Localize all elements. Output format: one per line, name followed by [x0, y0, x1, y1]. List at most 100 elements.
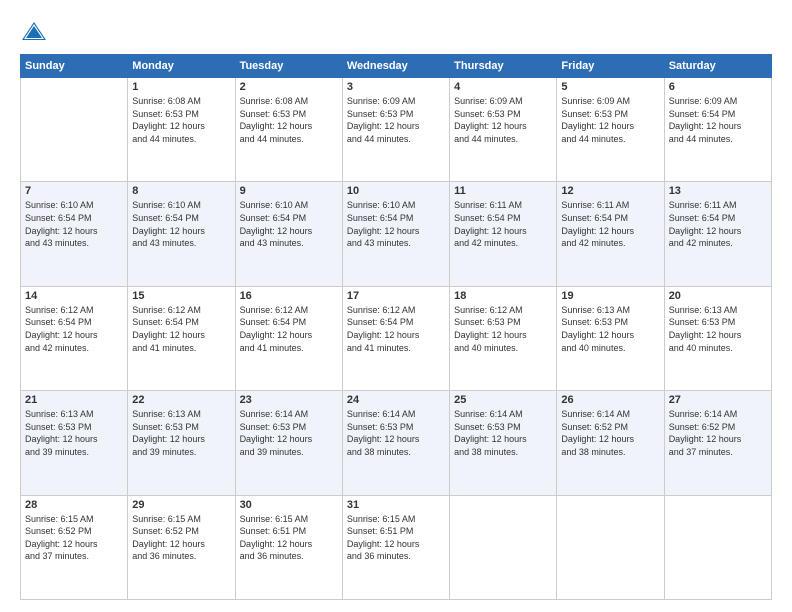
day-info: Sunrise: 6:13 AMSunset: 6:53 PMDaylight:…	[25, 408, 123, 458]
header	[20, 18, 772, 46]
calendar-cell: 16 Sunrise: 6:12 AMSunset: 6:54 PMDayligh…	[235, 286, 342, 390]
day-number: 21	[25, 394, 123, 406]
day-number: 16	[240, 290, 338, 302]
day-info: Sunrise: 6:15 AMSunset: 6:52 PMDaylight:…	[132, 513, 230, 563]
day-info: Sunrise: 6:09 AMSunset: 6:53 PMDaylight:…	[347, 95, 445, 145]
calendar-header-row: SundayMondayTuesdayWednesdayThursdayFrid…	[21, 55, 772, 78]
day-info: Sunrise: 6:10 AMSunset: 6:54 PMDaylight:…	[132, 199, 230, 249]
calendar-week-2: 7Sunrise: 6:10 AMSunset: 6:54 PMDaylight…	[21, 182, 772, 286]
day-info: Sunrise: 6:13 AMSunset: 6:53 PMDaylight:…	[669, 304, 767, 354]
day-info: Sunrise: 6:10 AMSunset: 6:54 PMDaylight:…	[240, 199, 338, 249]
day-number: 20	[669, 290, 767, 302]
col-header-friday: Friday	[557, 55, 664, 78]
day-info: Sunrise: 6:14 AMSunset: 6:53 PMDaylight:…	[454, 408, 552, 458]
day-number: 30	[240, 499, 338, 511]
calendar-week-1: 1 Sunrise: 6:08 AMSunset: 6:53 PMDaylight…	[21, 78, 772, 182]
calendar-cell	[664, 495, 771, 599]
day-info: Sunrise: 6:12 AMSunset: 6:54 PMDaylight:…	[132, 304, 230, 354]
day-number: 31	[347, 499, 445, 511]
col-header-wednesday: Wednesday	[342, 55, 449, 78]
day-number: 19	[561, 290, 659, 302]
day-info: Sunrise: 6:12 AMSunset: 6:54 PMDaylight:…	[240, 304, 338, 354]
day-number: 29	[132, 499, 230, 511]
calendar-cell: 30 Sunrise: 6:15 AMSunset: 6:51 PMDayligh…	[235, 495, 342, 599]
calendar-cell: 8 Sunrise: 6:10 AMSunset: 6:54 PMDaylight…	[128, 182, 235, 286]
calendar-week-5: 28Sunrise: 6:15 AMSunset: 6:52 PMDayligh…	[21, 495, 772, 599]
calendar-cell: 31 Sunrise: 6:15 AMSunset: 6:51 PMDayligh…	[342, 495, 449, 599]
col-header-tuesday: Tuesday	[235, 55, 342, 78]
day-number: 8	[132, 185, 230, 197]
day-number: 23	[240, 394, 338, 406]
day-number: 13	[669, 185, 767, 197]
day-number: 26	[561, 394, 659, 406]
calendar-cell	[557, 495, 664, 599]
day-number: 25	[454, 394, 552, 406]
day-info: Sunrise: 6:11 AMSunset: 6:54 PMDaylight:…	[454, 199, 552, 249]
calendar-cell: 25 Sunrise: 6:14 AMSunset: 6:53 PMDayligh…	[450, 391, 557, 495]
day-info: Sunrise: 6:12 AMSunset: 6:54 PMDaylight:…	[347, 304, 445, 354]
calendar-cell: 26 Sunrise: 6:14 AMSunset: 6:52 PMDayligh…	[557, 391, 664, 495]
day-info: Sunrise: 6:09 AMSunset: 6:54 PMDaylight:…	[669, 95, 767, 145]
day-number: 1	[132, 81, 230, 93]
day-number: 14	[25, 290, 123, 302]
calendar-cell: 9Sunrise: 6:10 AMSunset: 6:54 PMDaylight…	[235, 182, 342, 286]
col-header-saturday: Saturday	[664, 55, 771, 78]
calendar-cell: 10 Sunrise: 6:10 AMSunset: 6:54 PMDayligh…	[342, 182, 449, 286]
day-info: Sunrise: 6:14 AMSunset: 6:53 PMDaylight:…	[347, 408, 445, 458]
day-number: 17	[347, 290, 445, 302]
calendar-cell: 22 Sunrise: 6:13 AMSunset: 6:53 PMDayligh…	[128, 391, 235, 495]
day-info: Sunrise: 6:15 AMSunset: 6:52 PMDaylight:…	[25, 513, 123, 563]
calendar-cell: 6 Sunrise: 6:09 AMSunset: 6:54 PMDaylight…	[664, 78, 771, 182]
calendar-cell: 15Sunrise: 6:12 AMSunset: 6:54 PMDayligh…	[128, 286, 235, 390]
day-info: Sunrise: 6:10 AMSunset: 6:54 PMDaylight:…	[347, 199, 445, 249]
calendar-cell: 1 Sunrise: 6:08 AMSunset: 6:53 PMDaylight…	[128, 78, 235, 182]
col-header-sunday: Sunday	[21, 55, 128, 78]
day-info: Sunrise: 6:14 AMSunset: 6:52 PMDaylight:…	[561, 408, 659, 458]
day-number: 6	[669, 81, 767, 93]
day-number: 11	[454, 185, 552, 197]
calendar-cell: 13 Sunrise: 6:11 AMSunset: 6:54 PMDayligh…	[664, 182, 771, 286]
day-info: Sunrise: 6:15 AMSunset: 6:51 PMDaylight:…	[347, 513, 445, 563]
logo	[20, 18, 50, 46]
calendar-cell: 24Sunrise: 6:14 AMSunset: 6:53 PMDayligh…	[342, 391, 449, 495]
day-info: Sunrise: 6:13 AMSunset: 6:53 PMDaylight:…	[561, 304, 659, 354]
day-info: Sunrise: 6:08 AMSunset: 6:53 PMDaylight:…	[240, 95, 338, 145]
calendar-cell: 21 Sunrise: 6:13 AMSunset: 6:53 PMDayligh…	[21, 391, 128, 495]
calendar-cell	[450, 495, 557, 599]
calendar-cell: 19 Sunrise: 6:13 AMSunset: 6:53 PMDayligh…	[557, 286, 664, 390]
calendar-cell: 7Sunrise: 6:10 AMSunset: 6:54 PMDaylight…	[21, 182, 128, 286]
calendar-week-3: 14 Sunrise: 6:12 AMSunset: 6:54 PMDayligh…	[21, 286, 772, 390]
day-info: Sunrise: 6:13 AMSunset: 6:53 PMDaylight:…	[132, 408, 230, 458]
calendar-cell: 20 Sunrise: 6:13 AMSunset: 6:53 PMDayligh…	[664, 286, 771, 390]
day-number: 2	[240, 81, 338, 93]
day-number: 22	[132, 394, 230, 406]
calendar-cell: 14Sunrise: 6:12 AMSunset: 6:54 PMDayligh…	[21, 286, 128, 390]
day-info: Sunrise: 6:09 AMSunset: 6:53 PMDaylight:…	[561, 95, 659, 145]
calendar-cell: 4 Sunrise: 6:09 AMSunset: 6:53 PMDaylight…	[450, 78, 557, 182]
logo-icon	[20, 18, 48, 46]
calendar-week-4: 21 Sunrise: 6:13 AMSunset: 6:53 PMDayligh…	[21, 391, 772, 495]
calendar-cell: 17 Sunrise: 6:12 AMSunset: 6:54 PMDayligh…	[342, 286, 449, 390]
day-info: Sunrise: 6:10 AMSunset: 6:54 PMDaylight:…	[25, 199, 123, 249]
calendar-cell: 12Sunrise: 6:11 AMSunset: 6:54 PMDayligh…	[557, 182, 664, 286]
day-info: Sunrise: 6:12 AMSunset: 6:53 PMDaylight:…	[454, 304, 552, 354]
calendar-cell: 29 Sunrise: 6:15 AMSunset: 6:52 PMDayligh…	[128, 495, 235, 599]
day-number: 4	[454, 81, 552, 93]
day-number: 5	[561, 81, 659, 93]
day-info: Sunrise: 6:15 AMSunset: 6:51 PMDaylight:…	[240, 513, 338, 563]
day-info: Sunrise: 6:11 AMSunset: 6:54 PMDaylight:…	[561, 199, 659, 249]
calendar-table: SundayMondayTuesdayWednesdayThursdayFrid…	[20, 54, 772, 600]
day-info: Sunrise: 6:08 AMSunset: 6:53 PMDaylight:…	[132, 95, 230, 145]
day-info: Sunrise: 6:11 AMSunset: 6:54 PMDaylight:…	[669, 199, 767, 249]
col-header-monday: Monday	[128, 55, 235, 78]
calendar-cell: 3Sunrise: 6:09 AMSunset: 6:53 PMDaylight…	[342, 78, 449, 182]
calendar-cell: 5 Sunrise: 6:09 AMSunset: 6:53 PMDaylight…	[557, 78, 664, 182]
calendar-cell: 11 Sunrise: 6:11 AMSunset: 6:54 PMDayligh…	[450, 182, 557, 286]
day-number: 18	[454, 290, 552, 302]
page: SundayMondayTuesdayWednesdayThursdayFrid…	[0, 0, 792, 612]
day-number: 27	[669, 394, 767, 406]
calendar-cell: 18 Sunrise: 6:12 AMSunset: 6:53 PMDayligh…	[450, 286, 557, 390]
calendar-cell: 27Sunrise: 6:14 AMSunset: 6:52 PMDayligh…	[664, 391, 771, 495]
day-info: Sunrise: 6:09 AMSunset: 6:53 PMDaylight:…	[454, 95, 552, 145]
day-number: 10	[347, 185, 445, 197]
